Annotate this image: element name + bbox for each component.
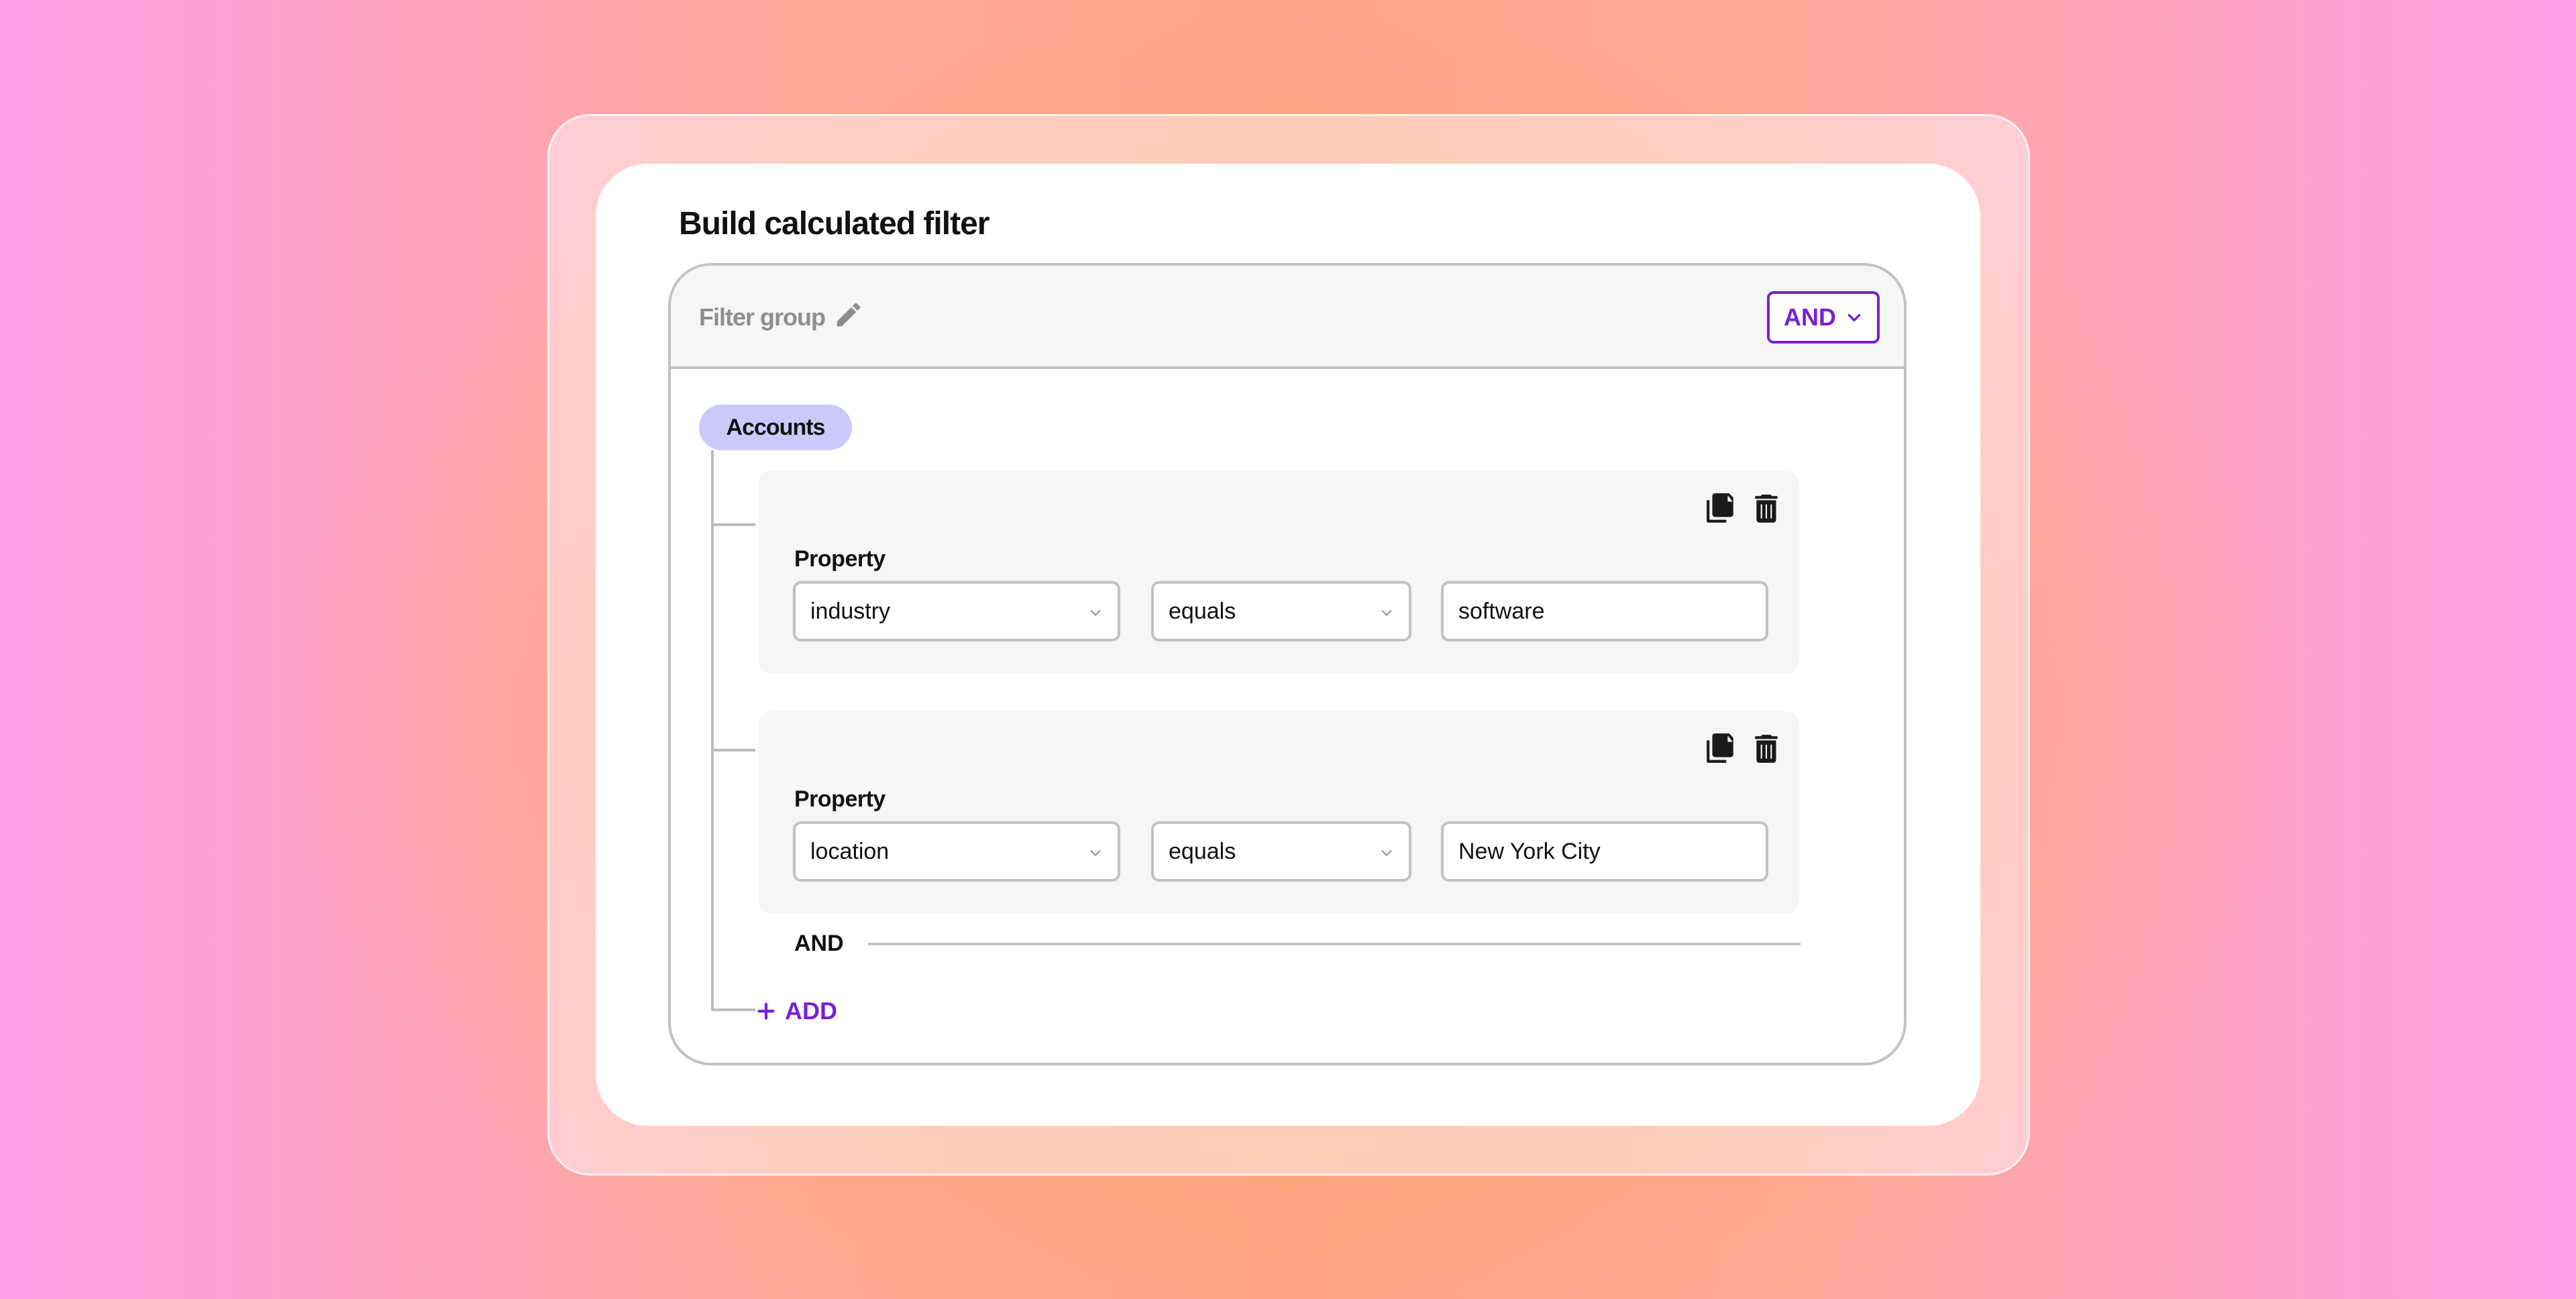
tree-branch bbox=[711, 1008, 755, 1011]
operator-select[interactable]: equals bbox=[1151, 821, 1411, 882]
value-input[interactable]: software bbox=[1441, 581, 1768, 641]
filter-group-header: Filter group AND bbox=[671, 266, 1904, 369]
trash-icon[interactable] bbox=[1750, 730, 1783, 768]
tree-branch bbox=[711, 523, 755, 526]
add-rule-label: ADD bbox=[785, 997, 837, 1025]
filter-group-name: Filter group bbox=[699, 303, 826, 331]
copy-icon[interactable] bbox=[1704, 730, 1737, 768]
tree-branch bbox=[711, 749, 755, 751]
operator-select-value: equals bbox=[1169, 838, 1236, 864]
property-select-value: location bbox=[810, 838, 890, 864]
divider bbox=[868, 943, 1801, 945]
plus-icon bbox=[757, 1002, 775, 1020]
trash-icon[interactable] bbox=[1750, 490, 1783, 527]
chevron-down-icon bbox=[1381, 610, 1392, 616]
join-operator-label: AND bbox=[794, 931, 844, 956]
value-input-text: New York City bbox=[1458, 838, 1601, 864]
value-input-text: software bbox=[1458, 598, 1545, 624]
entity-pill-accounts[interactable]: Accounts bbox=[699, 405, 852, 450]
chevron-down-icon bbox=[1090, 610, 1101, 616]
chevron-down-icon bbox=[1847, 314, 1861, 322]
filter-rule: Property location equals New York City bbox=[758, 711, 1799, 914]
property-select[interactable]: industry bbox=[793, 581, 1120, 641]
property-select[interactable]: location bbox=[793, 821, 1120, 882]
property-select-value: industry bbox=[810, 598, 891, 624]
chevron-down-icon bbox=[1381, 850, 1392, 856]
dialog-title: Build calculated filter bbox=[679, 206, 989, 242]
property-label: Property bbox=[794, 546, 885, 572]
filter-rule: Property industry equals software bbox=[758, 471, 1799, 674]
chevron-down-icon bbox=[1090, 850, 1101, 856]
operator-select-value: equals bbox=[1169, 598, 1236, 624]
property-label: Property bbox=[794, 786, 885, 812]
value-input[interactable]: New York City bbox=[1441, 821, 1768, 882]
logic-operator-value: AND bbox=[1784, 303, 1836, 331]
copy-icon[interactable] bbox=[1704, 490, 1737, 527]
tree-connector bbox=[711, 450, 714, 1011]
pencil-icon[interactable] bbox=[833, 299, 864, 330]
add-rule-button[interactable]: ADD bbox=[757, 993, 837, 1029]
operator-select[interactable]: equals bbox=[1151, 581, 1411, 641]
logic-operator-select[interactable]: AND bbox=[1767, 291, 1880, 344]
